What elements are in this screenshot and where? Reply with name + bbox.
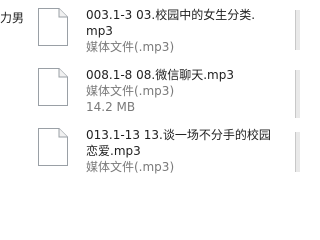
- document-icon: [38, 68, 68, 106]
- document-icon: [38, 8, 68, 46]
- file-name: 013.1-13 13.谈一场不分手的校园 恋爱.mp3: [86, 128, 271, 158]
- file-size: 14.2 MB: [86, 100, 136, 114]
- partial-file-icon: [295, 70, 300, 118]
- partial-file-name: 力男: [0, 11, 25, 25]
- file-type: 媒体文件(.mp3): [86, 40, 175, 54]
- file-name: 003.1-3 03.校园中的女生分类. mp3: [86, 8, 256, 38]
- file-item[interactable]: 003.1-3 03.校园中的女生分类. mp3 媒体文件(.mp3): [37, 7, 287, 67]
- partial-file-icon: [295, 10, 300, 50]
- partial-file-icon: [295, 132, 300, 172]
- file-name: 008.1-8 08.微信聊天.mp3: [86, 68, 234, 82]
- document-icon: [38, 128, 68, 166]
- file-type: 媒体文件(.mp3): [86, 84, 175, 98]
- file-item[interactable]: 013.1-13 13.谈一场不分手的校园 恋爱.mp3 媒体文件(.mp3): [37, 127, 287, 187]
- file-type: 媒体文件(.mp3): [86, 160, 175, 174]
- file-item[interactable]: 008.1-8 08.微信聊天.mp3 媒体文件(.mp3) 14.2 MB: [37, 67, 287, 127]
